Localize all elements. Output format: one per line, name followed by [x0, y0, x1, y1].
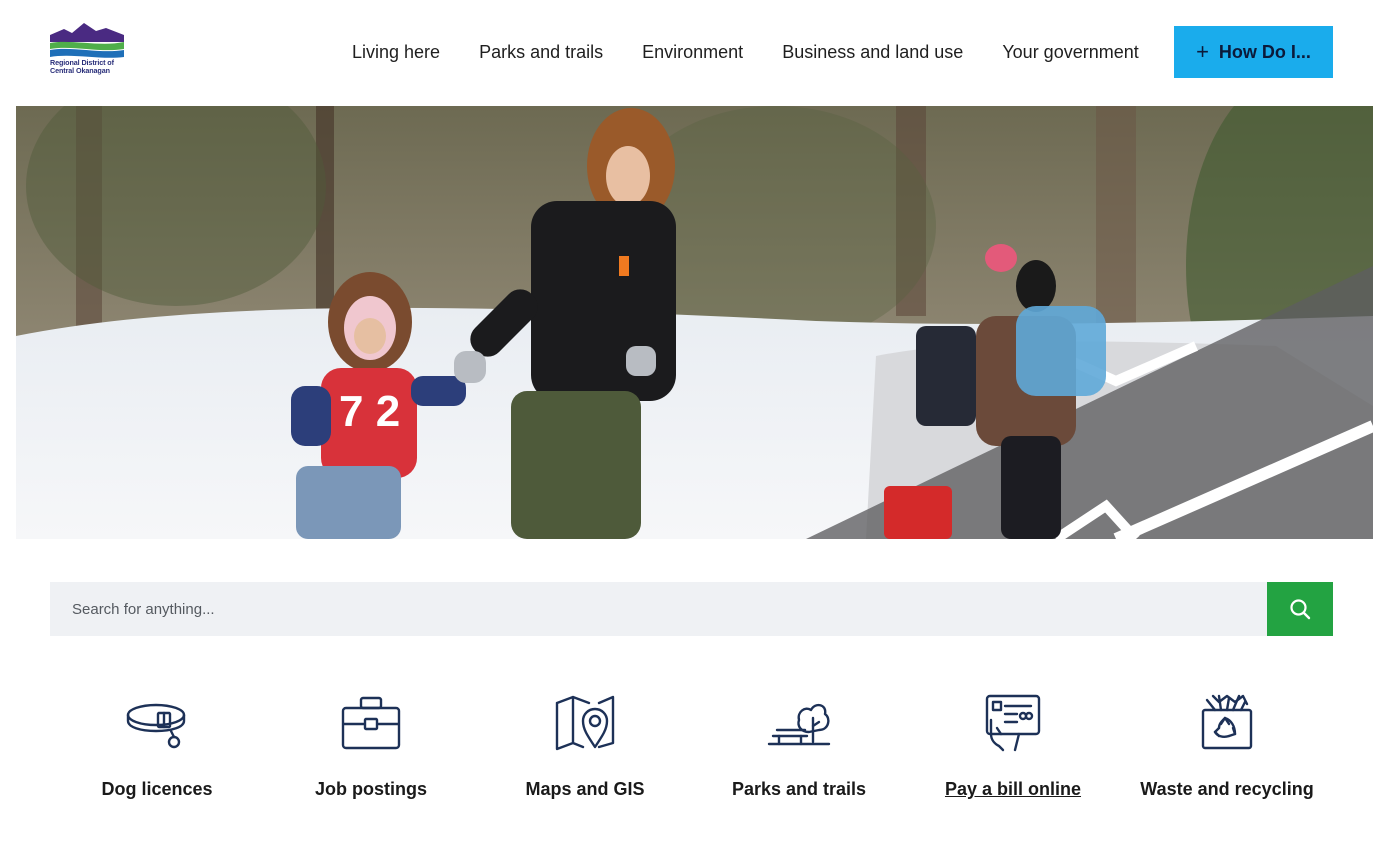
- nav-item-environment[interactable]: Environment: [642, 42, 743, 63]
- quick-link-label: Maps and GIS: [525, 779, 645, 799]
- nav-item-business-and-land-use[interactable]: Business and land use: [782, 42, 963, 63]
- hero-photo-illustration: 7 2: [16, 106, 1373, 539]
- quick-link-maps-and-gis[interactable]: Maps and GIS: [478, 690, 692, 802]
- nav-item-living-here[interactable]: Living here: [352, 42, 440, 63]
- quick-link-waste-and-recycling[interactable]: Waste and recycling: [1120, 690, 1334, 802]
- quick-link-dog-licences[interactable]: Dog licences: [50, 690, 264, 802]
- how-do-i-label: How Do I...: [1218, 41, 1311, 62]
- hero-image: 7 2: [16, 106, 1373, 539]
- logo-line-2: Central Okanagan: [50, 65, 110, 75]
- recycling-bin-icon: [1191, 690, 1263, 756]
- quick-link-job-postings[interactable]: Job postings: [264, 690, 478, 802]
- quick-link-pay-a-bill-online[interactable]: Pay a bill online: [906, 690, 1120, 802]
- plus-icon: +: [1196, 39, 1209, 64]
- quick-link-label: Dog licences: [101, 779, 213, 799]
- bill-payment-icon: [977, 690, 1049, 756]
- search-button[interactable]: [1267, 582, 1333, 636]
- search-input[interactable]: [50, 582, 1267, 636]
- quick-link-label: Job postings: [315, 779, 427, 799]
- how-do-i-button[interactable]: + How Do I...: [1174, 26, 1333, 78]
- svg-text:7 2: 7 2: [339, 387, 400, 436]
- logo-mountain-icon: [50, 23, 124, 58]
- quick-link-label: Waste and recycling: [1140, 779, 1314, 799]
- quick-link-label: Parks and trails: [731, 779, 867, 799]
- logo-wordmark: Regional District of Central Okanagan: [50, 59, 124, 74]
- briefcase-icon: [335, 690, 407, 756]
- site-header: Regional District of Central Okanagan Li…: [0, 0, 1384, 106]
- nav-item-parks-and-trails[interactable]: Parks and trails: [479, 42, 603, 63]
- park-bench-tree-icon: [763, 690, 835, 756]
- quick-link-parks-and-trails[interactable]: Parks and trails: [692, 690, 906, 802]
- map-pin-icon: [549, 690, 621, 756]
- page-edge: [1374, 106, 1384, 539]
- quick-link-label: Pay a bill online: [944, 779, 1082, 799]
- site-logo[interactable]: Regional District of Central Okanagan: [50, 22, 124, 84]
- search-icon: [1290, 599, 1311, 620]
- quick-links: Dog licences Job postings Maps and GIS P…: [50, 690, 1333, 810]
- main-nav: Living here Parks and trails Environment…: [352, 26, 1139, 78]
- nav-item-your-government[interactable]: Your government: [1002, 42, 1138, 63]
- dog-collar-icon: [121, 690, 193, 756]
